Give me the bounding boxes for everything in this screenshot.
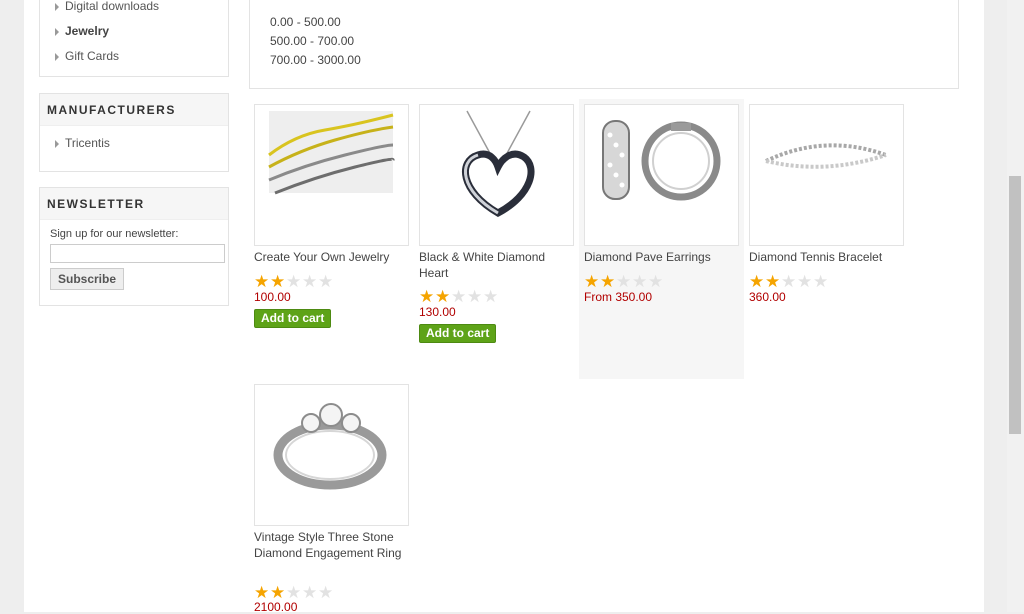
add-to-cart-button[interactable]: Add to cart	[254, 309, 332, 328]
product-rating: ★ ★ ★ ★ ★	[749, 272, 829, 291]
star-filled-icon: ★	[584, 272, 600, 291]
product-title[interactable]: Black & White Diamond Heart	[419, 249, 574, 281]
star-filled-icon: ★	[270, 583, 286, 602]
star-empty-icon: ★	[451, 287, 467, 306]
hoop-earrings-image[interactable]	[584, 104, 739, 246]
product-item: Vintage Style Three Stone Diamond Engage…	[249, 379, 414, 614]
add-to-cart-button[interactable]: Add to cart	[419, 324, 497, 343]
product-rating: ★ ★ ★ ★ ★	[584, 272, 664, 291]
product-item: Diamond Pave Earrings ★ ★ ★ ★ ★ From 350…	[579, 99, 744, 379]
sidebar-item-label: Jewelry	[65, 24, 110, 38]
newsletter-block: NEWSLETTER Sign up for our newsletter: S…	[39, 187, 229, 306]
manufacturer-item-tricentis[interactable]: Tricentis	[40, 131, 228, 156]
product-item: Black & White Diamond Heart ★ ★ ★ ★ ★ 13…	[414, 99, 579, 379]
product-price: 100.00	[254, 290, 291, 304]
newsletter-prompt: Sign up for our newsletter:	[50, 228, 179, 240]
product-title[interactable]: Diamond Pave Earrings	[584, 249, 739, 265]
sidebar-item-gift-cards[interactable]: Gift Cards	[40, 44, 228, 69]
product-title[interactable]: Diamond Tennis Bracelet	[749, 249, 904, 265]
star-filled-icon: ★	[749, 272, 765, 291]
star-empty-icon: ★	[632, 272, 648, 291]
sidebar-item-label: Gift Cards	[65, 49, 120, 63]
star-filled-icon: ★	[254, 272, 270, 291]
product-item: Create Your Own Jewelry ★ ★ ★ ★ ★ 100.00…	[249, 99, 414, 379]
subscribe-button[interactable]: Subscribe	[50, 268, 125, 290]
product-rating: ★ ★ ★ ★ ★	[254, 583, 334, 602]
caret-right-icon	[55, 28, 59, 36]
sidebar-item-label: Digital downloads	[65, 0, 160, 13]
newsletter-title: NEWSLETTER	[40, 188, 228, 220]
price-range-link[interactable]: 0.00 - 500.00	[270, 15, 341, 29]
price-filter-block: 0.00 - 500.00 500.00 - 700.00 700.00 - 3…	[249, 0, 959, 89]
engagement-ring-image[interactable]	[254, 384, 409, 526]
star-empty-icon: ★	[483, 287, 499, 306]
scrollbar-thumb[interactable]	[1009, 176, 1021, 434]
product-price: From 350.00	[584, 290, 653, 304]
tennis-bracelet-image[interactable]	[749, 104, 904, 246]
star-filled-icon: ★	[600, 272, 616, 291]
product-price: 130.00	[419, 305, 456, 319]
product-rating: ★ ★ ★ ★ ★	[254, 272, 334, 291]
manufacturers-title: MANUFACTURERS	[40, 94, 228, 126]
categories-block: Digital downloads Jewelry Gift Cards	[39, 0, 229, 77]
star-filled-icon: ★	[270, 272, 286, 291]
star-filled-icon: ★	[435, 287, 451, 306]
chains-image[interactable]	[254, 104, 409, 246]
product-price: 360.00	[749, 290, 786, 304]
caret-right-icon	[55, 140, 59, 148]
price-range-link[interactable]: 500.00 - 700.00	[270, 34, 354, 48]
star-empty-icon: ★	[813, 272, 829, 291]
heart-pendant-image[interactable]	[419, 104, 574, 246]
star-filled-icon: ★	[765, 272, 781, 291]
star-empty-icon: ★	[797, 272, 813, 291]
star-empty-icon: ★	[302, 272, 318, 291]
price-range-link[interactable]: 700.00 - 3000.00	[270, 53, 361, 67]
product-title[interactable]: Vintage Style Three Stone Diamond Engage…	[254, 529, 404, 561]
star-empty-icon: ★	[318, 272, 334, 291]
vertical-scrollbar[interactable]	[1007, 0, 1024, 612]
star-empty-icon: ★	[318, 583, 334, 602]
manufacturers-block: MANUFACTURERS Tricentis	[39, 93, 229, 172]
manufacturer-label: Tricentis	[65, 136, 110, 150]
star-empty-icon: ★	[616, 272, 632, 291]
caret-right-icon	[55, 3, 59, 11]
star-empty-icon: ★	[286, 272, 302, 291]
star-empty-icon: ★	[302, 583, 318, 602]
sidebar-item-jewelry[interactable]: Jewelry	[40, 19, 228, 44]
product-title[interactable]: Create Your Own Jewelry	[254, 249, 409, 265]
star-empty-icon: ★	[781, 272, 797, 291]
sidebar-item-digital-downloads[interactable]: Digital downloads	[40, 0, 228, 19]
star-filled-icon: ★	[419, 287, 435, 306]
product-rating: ★ ★ ★ ★ ★	[419, 287, 499, 306]
product-item: Diamond Tennis Bracelet ★ ★ ★ ★ ★ 360.00	[744, 99, 909, 379]
star-empty-icon: ★	[286, 583, 302, 602]
star-empty-icon: ★	[648, 272, 664, 291]
caret-right-icon	[55, 53, 59, 61]
newsletter-email-input[interactable]	[50, 244, 225, 263]
star-filled-icon: ★	[254, 583, 270, 602]
star-empty-icon: ★	[467, 287, 483, 306]
